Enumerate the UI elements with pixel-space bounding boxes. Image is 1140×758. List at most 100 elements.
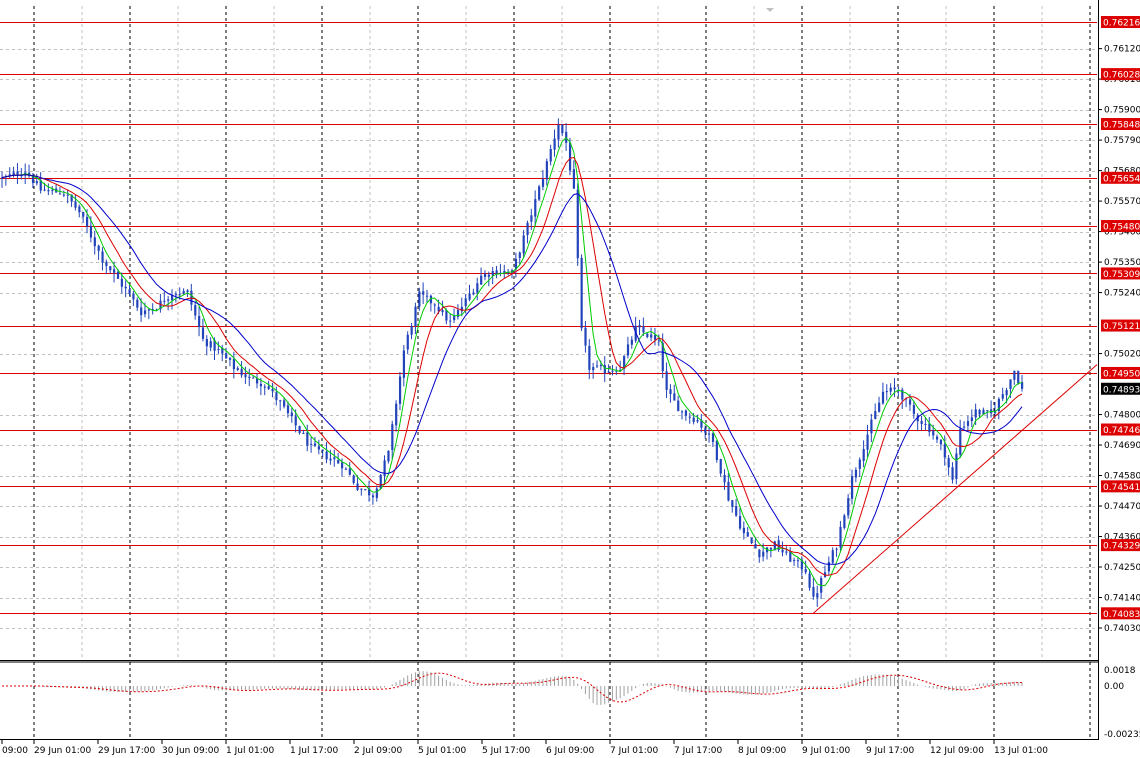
candle-body [847,498,850,516]
candle-body [371,495,375,498]
candle-body [47,190,50,192]
candle-body [839,526,842,548]
candle-body [105,261,108,266]
current-price-label: 0.74893 [1103,385,1140,395]
candle-body [128,289,131,294]
candle-body [279,400,282,402]
level-price-label: 0.74083 [1103,610,1140,620]
time-tick-label: 6 Jul 09:00 [546,746,595,756]
candle-body [198,316,201,328]
time-tick-label: 9 Jul 01:00 [802,746,851,756]
candle-body [893,387,896,390]
candle-body [313,443,317,446]
candle-body [924,423,927,425]
candle-body [696,420,699,422]
candle-body [186,290,189,293]
candle-body [225,353,228,359]
candle-body [835,548,838,550]
candle-body [804,568,807,573]
candle-body [468,293,471,300]
candle-body [711,433,715,442]
candle-body [727,481,730,501]
candle-body [97,245,100,251]
candle-body [534,199,537,217]
candle-body [596,365,599,367]
candle-body [684,410,688,416]
price-tick-label: 0.74580 [1104,472,1140,482]
candle-body [750,537,753,544]
candle-body [673,393,676,401]
candle-body [854,469,858,478]
candle-body [120,278,123,287]
candle-body [878,402,881,412]
candle-body [74,201,77,208]
candle-body [793,560,796,562]
price-tick-label: 0.75240 [1104,289,1140,299]
candle-body [178,294,181,296]
candle-body [398,376,402,404]
candle-body [66,194,69,196]
candle-body [541,178,545,187]
price-tick-label: 0.74470 [1104,502,1140,512]
time-tick-label: 7 Jul 17:00 [674,746,723,756]
candle-body [414,306,417,327]
candle-body [657,340,661,342]
time-tick-label: 1 Jul 17:00 [290,746,339,756]
candle-body [89,225,93,238]
candle-body [986,410,989,412]
candle-body [796,560,800,562]
candle-body [568,142,572,171]
candle-body [116,271,120,279]
candle-body [379,474,382,489]
osc-tick-label: 0.0018 [1104,666,1136,676]
candle-body [592,367,595,371]
candle-body [252,377,255,379]
candle-body [286,405,290,414]
candle-body [348,468,351,475]
candle-body [874,411,877,419]
candle-body [464,298,467,307]
candle-body [426,295,429,297]
candle-body [816,593,819,598]
candle-body [217,348,220,350]
candle-body [827,562,831,572]
candle-body [708,433,711,435]
candle-body [758,549,761,558]
candle-body [344,468,348,470]
candle-body [735,506,738,516]
price-tick-label: 0.74140 [1104,594,1140,604]
candle-body [1001,394,1004,399]
level-price-label: 0.74950 [1103,369,1140,379]
candle-body [812,586,815,597]
candle-body [495,270,498,274]
candle-body [356,483,359,490]
candle-body [329,458,332,461]
candle-body [445,310,448,321]
time-tick-label: 5 Jul 01:00 [418,746,467,756]
candle-body [955,453,958,479]
candle-body [939,439,943,445]
candle-body [387,450,390,462]
candle-body [391,424,394,451]
candle-body [549,149,552,162]
candle-body [406,334,409,350]
candle-body [978,409,981,415]
candle-body [665,371,668,390]
candle-body [136,299,139,308]
candle-body [704,428,707,433]
candle-body [132,293,135,300]
price-tick-label: 0.74800 [1104,411,1140,421]
candle-body [607,371,610,373]
candle-body [472,292,475,295]
candle-body [341,462,344,469]
candle-body [290,412,293,417]
candle-body [769,548,773,550]
candle-body [561,124,564,134]
candle-body [82,211,85,217]
candle-body [51,189,54,191]
candle-body [124,286,127,289]
candle-body [298,426,301,433]
candle-body [584,327,587,346]
candle-body [275,392,278,401]
candle-body [325,451,328,460]
